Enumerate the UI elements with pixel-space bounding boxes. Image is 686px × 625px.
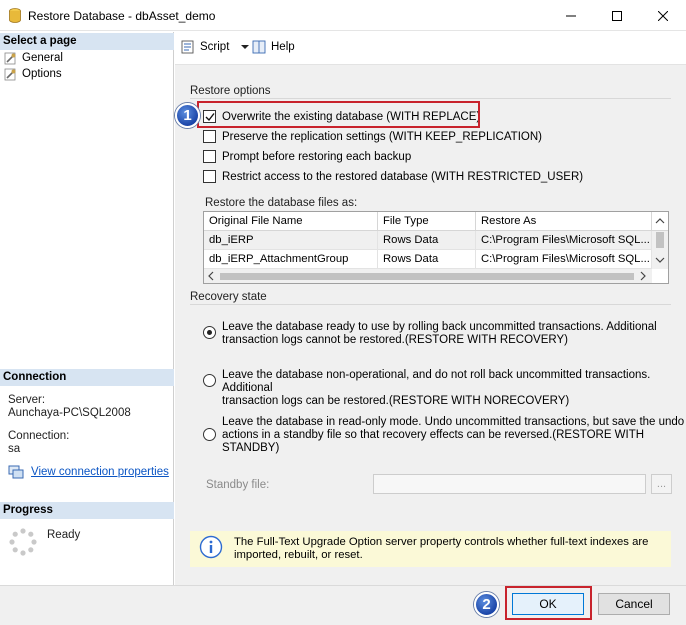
highlight-box [197,101,480,128]
info-icon [199,535,223,559]
help-label: Help [271,41,295,53]
progress-header: Progress [0,502,174,519]
prompt-before-restore-label: Prompt before restoring each backup [222,150,412,163]
group-divider [190,304,671,305]
restore-files-label: Restore the database files as: [205,197,358,209]
connection-value: sa [8,443,21,455]
info-line: The Full-Text Upgrade Option server prop… [234,536,649,548]
table-row-restore-as[interactable]: C:\Program Files\Microsoft SQL... [476,250,652,269]
wrench-icon [4,68,16,80]
chevron-down-icon[interactable] [239,42,251,52]
recovery-line: transaction logs cannot be restored.(RES… [222,334,568,346]
minimize-icon [566,15,576,16]
recovery-radio[interactable] [203,326,216,339]
standby-line: actions in a standby file so that recove… [222,429,645,441]
chevron-right-icon[interactable] [638,270,648,282]
standby-radio[interactable] [203,428,216,441]
table-row-file-name[interactable]: db_iERP [204,231,378,250]
connection-label: Connection: [8,430,70,442]
select-page-header: Select a page [0,33,174,50]
horizontal-scrollbar[interactable] [204,269,652,283]
chevron-left-icon[interactable] [206,270,216,282]
table-row-file-name[interactable]: db_iERP_AttachmentGroup [204,250,378,269]
table-row-restore-as[interactable]: C:\Program Files\Microsoft SQL... [476,231,652,250]
page-item-label: Options [22,68,62,80]
keep-replication-option[interactable]: Preserve the replication settings (WITH … [203,130,542,143]
info-text: The Full-Text Upgrade Option server prop… [234,536,648,562]
radio-selected-dot [207,330,212,335]
close-icon [658,10,668,21]
column-header[interactable]: File Type [378,212,476,231]
script-icon [181,40,194,54]
restricted-user-label: Restrict access to the restored database… [222,170,584,183]
recovery-option[interactable] [203,326,216,339]
recovery-state-label: Recovery state [190,291,267,303]
info-line: imported, rebuilt, or reset. [234,549,363,561]
help-icon [252,40,266,54]
connection-header: Connection [0,369,174,386]
restricted-user-checkbox[interactable] [203,170,216,183]
column-header[interactable]: Restore As [476,212,652,231]
norecovery-radio[interactable] [203,374,216,387]
server-value: Aunchaya-PC\SQL2008 [8,407,131,419]
step-badge-1: 1 [175,103,200,128]
recovery-line: Leave the database ready to use by rolli… [222,321,657,333]
group-divider [190,98,671,99]
info-box: The Full-Text Upgrade Option server prop… [190,531,671,567]
standby-file-label: Standby file: [206,479,270,491]
left-pane: Select a page General Options Connection… [0,32,174,585]
chevron-up-icon [655,218,665,224]
close-button[interactable] [640,0,686,31]
page-item-general[interactable]: General [4,50,63,66]
prompt-before-restore-option[interactable]: Prompt before restoring each backup [203,150,411,163]
server-label: Server: [8,394,46,406]
wrench-icon [4,52,16,64]
norecovery-line: transaction logs can be restored.(RESTOR… [222,395,570,407]
scroll-up-button[interactable] [652,212,668,231]
standby-line: STANDBY) [222,442,280,454]
maximize-button[interactable] [594,0,640,31]
highlight-box [505,586,592,620]
restricted-user-option[interactable]: Restrict access to the restored database… [203,170,583,183]
step-badge-2: 2 [474,592,499,617]
standby-option[interactable] [203,428,216,441]
scrollbar-thumb[interactable] [656,232,664,248]
page-item-label: General [22,52,63,64]
standby-browse-button[interactable]: ... [651,474,672,494]
standby-option-text: Leave the database in read-only mode. Un… [222,416,684,455]
scrollbar-thumb[interactable] [220,273,634,280]
prompt-before-restore-checkbox[interactable] [203,150,216,163]
database-icon [9,8,21,23]
norecovery-option[interactable] [203,374,216,387]
progress-status: Ready [47,529,81,541]
table-row-file-type[interactable]: Rows Data [378,250,476,269]
cancel-button[interactable]: Cancel [598,593,670,615]
page-item-options[interactable]: Options [4,66,62,82]
column-header[interactable]: Original File Name [204,212,378,231]
recovery-option-text: Leave the database ready to use by rolli… [222,321,657,347]
norecovery-line: Leave the database non-operational, and … [222,369,651,394]
view-connection-properties-link[interactable]: View connection properties [31,466,169,478]
standby-file-input[interactable] [373,474,646,494]
norecovery-option-text: Leave the database non-operational, and … [222,369,686,408]
help-button[interactable]: Help [252,40,295,54]
toolbar: Script Help [175,32,686,64]
connection-properties-icon [8,465,24,479]
minimize-button[interactable] [548,0,594,31]
chevron-down-icon[interactable] [652,253,668,267]
restore-options-label: Restore options [190,85,271,97]
script-button[interactable]: Script [181,40,251,54]
title-bar[interactable]: Restore Database - dbAsset_demo [0,0,686,31]
script-label: Script [200,41,230,53]
keep-replication-checkbox[interactable] [203,130,216,143]
window-title: Restore Database - dbAsset_demo [28,9,216,23]
standby-line: Leave the database in read-only mode. Un… [222,416,685,428]
files-table[interactable]: Original File Name File Type Restore As … [203,211,669,284]
spinner-icon [9,528,37,556]
table-row-file-type[interactable]: Rows Data [378,231,476,250]
vertical-scrollbar[interactable] [652,231,668,269]
maximize-icon [612,10,622,21]
keep-replication-label: Preserve the replication settings (WITH … [222,130,542,143]
